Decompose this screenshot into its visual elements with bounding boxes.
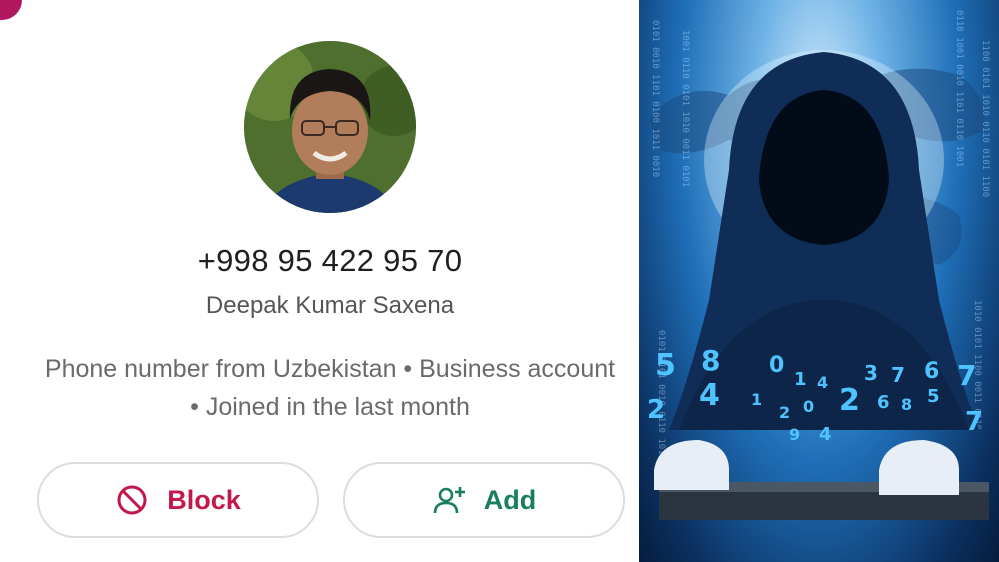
contact-card: +998 95 422 95 70 Deepak Kumar Saxena Ph… — [0, 0, 639, 562]
svg-text:9: 9 — [789, 425, 800, 444]
svg-text:2: 2 — [779, 403, 790, 422]
svg-text:7: 7 — [965, 407, 983, 437]
corner-accent — [0, 0, 22, 20]
svg-text:4: 4 — [819, 424, 832, 445]
svg-text:4: 4 — [817, 373, 828, 392]
phone-number: +998 95 422 95 70 — [197, 243, 463, 278]
svg-text:0101 0010 1101 0100 1011 0010: 0101 0010 1101 0100 1011 0010 — [650, 20, 660, 177]
block-icon — [117, 485, 147, 515]
avatar-photo — [244, 41, 416, 213]
add-label: Add — [483, 484, 537, 515]
svg-text:5: 5 — [655, 348, 676, 383]
svg-text:8: 8 — [701, 344, 720, 377]
svg-text:8: 8 — [901, 395, 912, 414]
svg-text:2: 2 — [839, 383, 860, 418]
svg-text:7: 7 — [957, 359, 976, 392]
svg-text:1001 0110 0101 1010 0011 0101: 1001 0110 0101 1010 0011 0101 — [680, 30, 690, 187]
svg-text:3: 3 — [864, 361, 878, 385]
contact-info: Phone number from Uzbekistan • Business … — [44, 355, 616, 421]
hacker-image: 0101 0010 1101 0100 1011 0010 1001 0110 … — [647, 10, 990, 520]
svg-text:5: 5 — [927, 386, 940, 407]
block-label: Block — [167, 484, 241, 515]
svg-text:6: 6 — [877, 392, 890, 413]
svg-text:0: 0 — [803, 397, 814, 416]
svg-text:7: 7 — [891, 363, 905, 387]
hacker-illustration: 0101 0010 1101 0100 1011 0010 1001 0110 … — [639, 0, 999, 562]
svg-text:0110 1001 0010 1101 0110 1001: 0110 1001 0010 1101 0110 1001 — [954, 10, 964, 167]
svg-text:1: 1 — [751, 390, 762, 409]
contact-name: Deepak Kumar Saxena — [205, 292, 455, 319]
svg-text:0: 0 — [769, 353, 784, 378]
svg-text:6: 6 — [924, 359, 939, 384]
svg-text:1: 1 — [794, 369, 807, 390]
add-person-icon — [433, 487, 465, 514]
avatar[interactable] — [244, 41, 416, 213]
block-button[interactable]: Block — [37, 462, 319, 538]
svg-text:4: 4 — [699, 378, 720, 413]
svg-text:1100 0101 1010 0110 0101 1100: 1100 0101 1010 0110 0101 1100 — [980, 40, 990, 197]
add-contact-button[interactable]: Add — [343, 462, 625, 538]
svg-text:2: 2 — [647, 395, 665, 425]
